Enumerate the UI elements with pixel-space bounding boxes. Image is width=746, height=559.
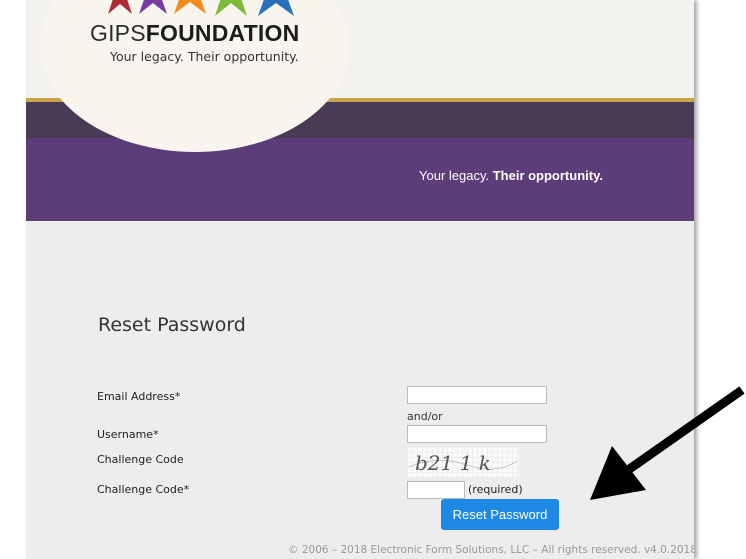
- pointer-arrow-icon: [590, 386, 745, 500]
